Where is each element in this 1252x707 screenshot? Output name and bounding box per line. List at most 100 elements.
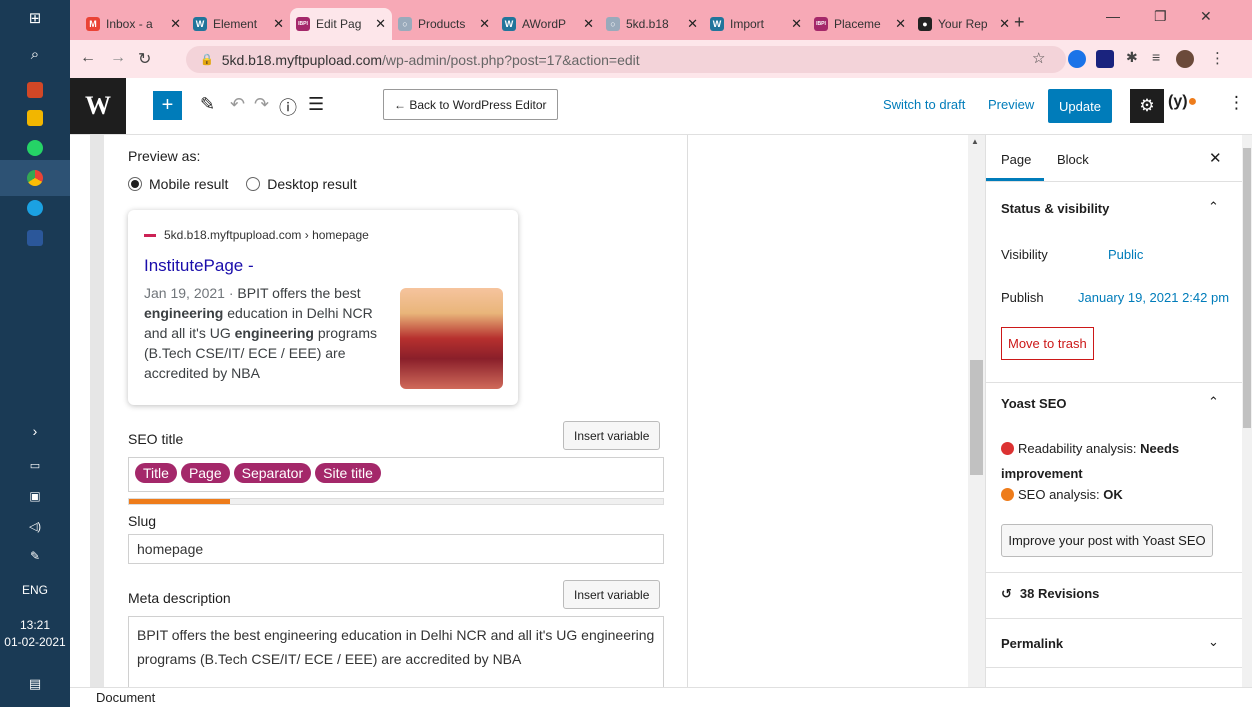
visibility-value[interactable]: Public xyxy=(1108,247,1143,262)
improve-with-yoast-button[interactable]: Improve your post with Yoast SEO xyxy=(1001,524,1213,557)
add-block-button[interactable]: + xyxy=(153,91,182,120)
readability-label: Readability analysis: xyxy=(1018,441,1141,456)
mobile-result-radio[interactable]: Mobile result xyxy=(128,176,228,192)
tab-close-icon[interactable]: ✕ xyxy=(999,16,1010,32)
pen-icon[interactable]: ✎ xyxy=(0,538,70,574)
yoast-seo-panel: Preview as: Mobile result Desktop result… xyxy=(104,135,688,688)
slug-input[interactable]: homepage xyxy=(128,534,664,564)
language-indicator[interactable]: ENG xyxy=(0,583,70,597)
reading-list-icon[interactable]: ≡ xyxy=(1152,49,1160,65)
tab-close-icon[interactable]: ✕ xyxy=(687,16,698,32)
word-icon[interactable] xyxy=(0,220,70,256)
preview-button[interactable]: Preview xyxy=(988,97,1034,112)
windows-start-icon[interactable]: ⊞ xyxy=(0,0,70,36)
title-pill[interactable]: Title xyxy=(135,463,177,483)
revisions-link[interactable]: ↺ 38 Revisions xyxy=(1001,586,1099,602)
revisions-label: 38 Revisions xyxy=(1019,586,1100,601)
tab-close-icon[interactable]: ✕ xyxy=(273,16,284,32)
undo-icon[interactable]: ↶ xyxy=(230,94,245,115)
tab-favicon-icon: ○ xyxy=(398,17,412,31)
notifications-icon[interactable]: ▤ xyxy=(0,666,70,702)
chevron-up-icon[interactable]: ⌃ xyxy=(1208,199,1219,215)
close-window-icon[interactable]: ✕ xyxy=(1200,8,1212,25)
close-sidebar-icon[interactable]: ✕ xyxy=(1209,149,1222,167)
reload-icon[interactable]: ↻ xyxy=(138,49,151,69)
move-to-trash-button[interactable]: Move to trash xyxy=(1001,327,1094,360)
snippet-title[interactable]: InstitutePage - xyxy=(144,256,254,276)
search-icon[interactable]: ⌕ xyxy=(0,36,70,72)
divider xyxy=(986,382,1243,383)
tab-close-icon[interactable]: ✕ xyxy=(583,16,594,32)
page-pill[interactable]: Page xyxy=(180,463,230,483)
browser-tab[interactable]: ● Your Rep ✕ xyxy=(912,8,1016,40)
tab-title: Edit Pag xyxy=(316,17,362,31)
snippet-url: 5kd.b18.myftpupload.com › homepage xyxy=(144,228,369,242)
browser-tab[interactable]: M Inbox - a ✕ xyxy=(80,8,187,40)
content-scrollbar-thumb[interactable] xyxy=(970,360,983,475)
address-bar[interactable]: 🔒 5kd.b18.myftpupload.com/wp-admin/post.… xyxy=(186,46,1066,73)
profile-avatar[interactable] xyxy=(1176,50,1194,68)
bookmark-star-icon[interactable]: ☆ xyxy=(1032,49,1045,67)
tab-close-icon[interactable]: ✕ xyxy=(895,16,906,32)
settings-gear-icon[interactable]: ⚙ xyxy=(1130,89,1164,123)
tab-title: Inbox - a xyxy=(106,17,153,31)
permalink-heading[interactable]: Permalink xyxy=(1001,636,1063,651)
extensions-puzzle-icon[interactable]: ✱ xyxy=(1126,49,1138,66)
publish-date[interactable]: January 19, 2021 2:42 pm xyxy=(1078,290,1229,305)
tab-close-icon[interactable]: ✕ xyxy=(479,16,490,32)
tab-block[interactable]: Block xyxy=(1057,152,1089,167)
tab-page[interactable]: Page xyxy=(1001,152,1031,167)
insert-variable-button-meta[interactable]: Insert variable xyxy=(563,580,661,609)
desktop-result-radio[interactable]: Desktop result xyxy=(246,176,357,192)
new-tab-button[interactable]: + xyxy=(1014,12,1025,33)
insert-variable-button[interactable]: Insert variable xyxy=(563,421,661,450)
browser-tab[interactable]: W Element ✕ xyxy=(187,8,290,40)
status-visibility-heading[interactable]: Status & visibility xyxy=(1001,201,1109,216)
edit-pencil-icon[interactable]: ✎ xyxy=(200,94,215,115)
back-arrow-icon[interactable]: ← xyxy=(80,49,96,67)
sidebar-scrollbar-thumb[interactable] xyxy=(1243,148,1251,428)
restore-icon[interactable]: ❐ xyxy=(1154,8,1167,25)
minimize-icon[interactable]: — xyxy=(1106,8,1120,24)
seo-analysis[interactable]: SEO analysis: OK xyxy=(1001,487,1123,502)
browser-tab[interactable]: W Import ✕ xyxy=(704,8,808,40)
browser-tab[interactable]: IBPI Placeme ✕ xyxy=(808,8,912,40)
wordpress-logo-icon[interactable]: W xyxy=(70,78,126,134)
browser-tab[interactable]: IBPI Edit Pag ✕ xyxy=(290,8,392,40)
tab-favicon-icon: M xyxy=(86,17,100,31)
chevron-up-icon[interactable]: ⌃ xyxy=(1208,394,1219,410)
list-view-icon[interactable]: ☰ xyxy=(308,94,324,115)
tab-close-icon[interactable]: ✕ xyxy=(791,16,802,32)
back-to-editor-button[interactable]: ← Back to WordPress Editor xyxy=(383,89,558,120)
block-breadcrumb[interactable]: Document xyxy=(70,687,1252,707)
tab-close-icon[interactable]: ✕ xyxy=(170,16,181,32)
browser-toolbar: ← → ↻ 🔒 5kd.b18.myftpupload.com/wp-admin… xyxy=(70,40,1252,78)
info-icon[interactable]: ⓘ xyxy=(279,94,297,120)
tab-close-icon[interactable]: ✕ xyxy=(375,16,386,32)
update-button[interactable]: Update xyxy=(1048,89,1112,123)
yoast-seo-heading[interactable]: Yoast SEO xyxy=(1001,396,1067,411)
more-options-icon[interactable]: ⋮ xyxy=(1228,93,1245,113)
seo-title-input[interactable]: Title Page Separator Site title xyxy=(128,457,664,492)
browser-tab[interactable]: ○ 5kd.b18 ✕ xyxy=(600,8,704,40)
clock[interactable]: 13:21 01-02-2021 xyxy=(0,617,70,651)
meta-description-input[interactable]: BPIT offers the best engineering educati… xyxy=(128,616,664,688)
chevron-down-icon[interactable]: ⌄ xyxy=(1208,634,1219,650)
site-title-pill[interactable]: Site title xyxy=(315,463,381,483)
extension-icon-1[interactable] xyxy=(1068,50,1086,68)
browser-tab[interactable]: ○ Products ✕ xyxy=(392,8,496,40)
divider xyxy=(986,181,1243,182)
readability-analysis[interactable]: Readability analysis: Needs improvement xyxy=(1001,436,1231,486)
browser-tab[interactable]: W AWordP ✕ xyxy=(496,8,600,40)
yoast-icon[interactable]: (y)● xyxy=(1168,93,1197,111)
separator-pill[interactable]: Separator xyxy=(233,463,312,483)
switch-to-draft-button[interactable]: Switch to draft xyxy=(883,97,965,112)
forward-arrow-icon[interactable]: → xyxy=(110,49,126,67)
tab-title: Your Rep xyxy=(938,17,988,31)
tab-title: Import xyxy=(730,17,765,31)
extension-icon-zip[interactable] xyxy=(1096,50,1114,68)
chrome-menu-icon[interactable]: ⋮ xyxy=(1210,49,1225,67)
redo-icon[interactable]: ↷ xyxy=(254,94,269,115)
scroll-up-arrow-icon[interactable]: ▲ xyxy=(971,137,979,146)
chevron-right-icon[interactable]: › xyxy=(0,413,70,449)
